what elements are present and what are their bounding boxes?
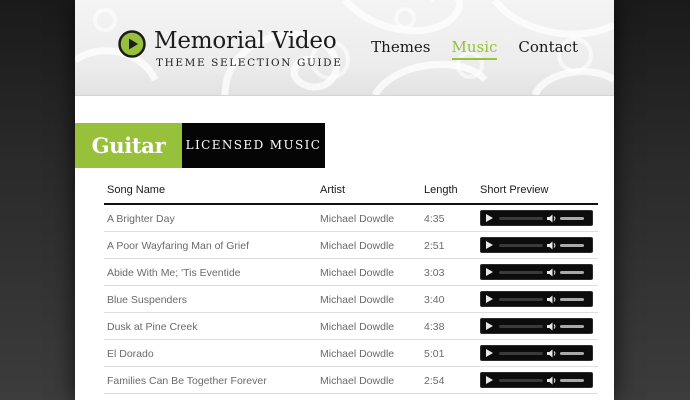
song-length: 2:54 — [424, 375, 445, 387]
volume-slider[interactable] — [560, 271, 584, 274]
speaker-icon[interactable] — [547, 268, 557, 277]
header-artist: Artist — [320, 184, 346, 196]
play-icon[interactable] — [485, 241, 493, 249]
section-heading: Guitar LICENSED MUSIC — [75, 123, 325, 168]
audio-player — [480, 291, 593, 307]
song-name: El Dorado — [107, 348, 154, 360]
play-icon[interactable] — [485, 349, 493, 357]
header-length: Length — [424, 184, 458, 196]
play-icon[interactable] — [485, 268, 493, 276]
table-row: Blue Suspenders Michael Dowdle 3:40 — [104, 286, 598, 313]
table-row: A Poor Wayfaring Man of Grief Michael Dow… — [104, 232, 598, 259]
artist-name: Michael Dowdle — [320, 267, 395, 279]
site-subtitle: THEME SELECTION GUIDE — [156, 57, 343, 69]
song-length: 5:01 — [424, 348, 445, 360]
volume-slider[interactable] — [560, 244, 584, 247]
audio-player — [480, 345, 593, 361]
speaker-icon[interactable] — [547, 376, 557, 385]
volume-slider[interactable] — [560, 352, 584, 355]
progress-track[interactable] — [499, 298, 543, 301]
table-row: A Brighter Day Michael Dowdle 4:35 — [104, 205, 598, 232]
main-nav: Themes Music Contact — [371, 38, 578, 60]
audio-player — [480, 264, 593, 280]
progress-track[interactable] — [499, 244, 543, 247]
artist-name: Michael Dowdle — [320, 348, 395, 360]
volume-slider[interactable] — [560, 298, 584, 301]
play-icon[interactable] — [485, 322, 493, 330]
site-header: Memorial Video THEME SELECTION GUIDE The… — [75, 0, 614, 96]
audio-player — [480, 318, 593, 334]
play-icon[interactable] — [485, 214, 493, 222]
volume-slider[interactable] — [560, 325, 584, 328]
nav-music[interactable]: Music — [451, 38, 498, 60]
play-icon[interactable] — [485, 376, 493, 384]
section-tag: LICENSED MUSIC — [182, 123, 325, 168]
song-length: 2:51 — [424, 240, 445, 252]
progress-track[interactable] — [499, 379, 543, 382]
speaker-icon[interactable] — [547, 214, 557, 223]
speaker-icon[interactable] — [547, 241, 557, 250]
song-name: A Brighter Day — [107, 213, 175, 225]
song-length: 3:03 — [424, 267, 445, 279]
header-song-name: Song Name — [107, 184, 166, 196]
song-name: A Poor Wayfaring Man of Grief — [107, 240, 250, 252]
artist-name: Michael Dowdle — [320, 213, 395, 225]
table-row: El Dorado Michael Dowdle 5:01 — [104, 340, 598, 367]
site-title: Memorial Video — [154, 28, 337, 54]
song-name: Abide With Me; 'Tis Eventide — [107, 267, 241, 279]
play-icon[interactable] — [485, 295, 493, 303]
page-container: Memorial Video THEME SELECTION GUIDE The… — [75, 0, 614, 400]
table-row: Abide With Me; 'Tis Eventide Michael Dowd… — [104, 259, 598, 286]
speaker-icon[interactable] — [547, 322, 557, 331]
header-short-preview: Short Preview — [480, 184, 549, 196]
play-icon — [118, 30, 146, 58]
progress-track[interactable] — [499, 217, 543, 220]
table-row: Dusk at Pine Creek Michael Dowdle 4:38 — [104, 313, 598, 340]
artist-name: Michael Dowdle — [320, 240, 395, 252]
song-name: Dusk at Pine Creek — [107, 321, 198, 333]
progress-track[interactable] — [499, 271, 543, 274]
song-length: 4:38 — [424, 321, 445, 333]
song-name: Blue Suspenders — [107, 294, 187, 306]
table-row: Families Can Be Together Forever Michael … — [104, 367, 598, 394]
progress-track[interactable] — [499, 352, 543, 355]
song-length: 3:40 — [424, 294, 445, 306]
table-header: Song Name Artist Length Short Preview — [104, 178, 598, 205]
audio-player — [480, 210, 593, 226]
progress-track[interactable] — [499, 325, 543, 328]
category-label: Guitar — [75, 123, 182, 168]
artist-name: Michael Dowdle — [320, 321, 395, 333]
volume-slider[interactable] — [560, 217, 584, 220]
artist-name: Michael Dowdle — [320, 375, 395, 387]
speaker-icon[interactable] — [547, 349, 557, 358]
song-length: 4:35 — [424, 213, 445, 225]
table-body: A Brighter Day Michael Dowdle 4:35 A Poor W… — [104, 205, 598, 394]
volume-slider[interactable] — [560, 379, 584, 382]
song-name: Families Can Be Together Forever — [107, 375, 267, 387]
music-table: Song Name Artist Length Short Preview A … — [104, 178, 598, 394]
artist-name: Michael Dowdle — [320, 294, 395, 306]
audio-player — [480, 237, 593, 253]
speaker-icon[interactable] — [547, 295, 557, 304]
nav-contact[interactable]: Contact — [518, 38, 578, 60]
nav-themes[interactable]: Themes — [371, 38, 430, 60]
audio-player — [480, 372, 593, 388]
